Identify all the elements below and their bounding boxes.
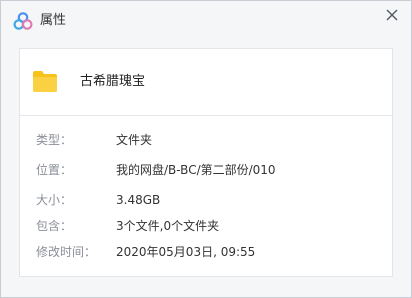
property-row-contains: 包含： 3个文件,0个文件夹 [36,217,376,235]
property-value: 3.48GB [116,193,161,207]
property-row-size: 大小： 3.48GB [36,191,376,209]
property-label: 大小： [36,193,73,207]
folder-icon [33,71,57,92]
file-name: 古希腊瑰宝 [80,74,146,89]
property-value: 我的网盘/B-BC/第二部份/010 [116,163,276,177]
dialog-title: 属性 [40,13,67,28]
property-row-location: 位置： 我的网盘/B-BC/第二部份/010 [36,161,376,179]
property-row-modified: 修改时间： 2020年05月03日, 09:55 [36,243,376,261]
property-value: 3个文件,0个文件夹 [116,219,220,233]
close-icon[interactable] [383,6,401,24]
cloud-drive-logo-icon [13,12,33,30]
property-value: 文件夹 [116,133,153,147]
property-label: 修改时间： [36,245,97,259]
title-bar: 属性 [1,1,411,41]
property-label: 包含： [36,219,73,233]
properties-dialog: 属性 古希腊瑰宝 类型： 文件夹 位置： 我的网盘/B-BC/第二部份/010 … [0,0,412,298]
property-row-type: 类型： 文件夹 [36,131,376,149]
properties-panel: 古希腊瑰宝 类型： 文件夹 位置： 我的网盘/B-BC/第二部份/010 大小：… [19,48,393,277]
property-label: 类型： [36,133,73,147]
property-value: 2020年05月03日, 09:55 [116,245,256,259]
property-label: 位置： [36,163,73,177]
file-header: 古希腊瑰宝 [20,49,392,116]
